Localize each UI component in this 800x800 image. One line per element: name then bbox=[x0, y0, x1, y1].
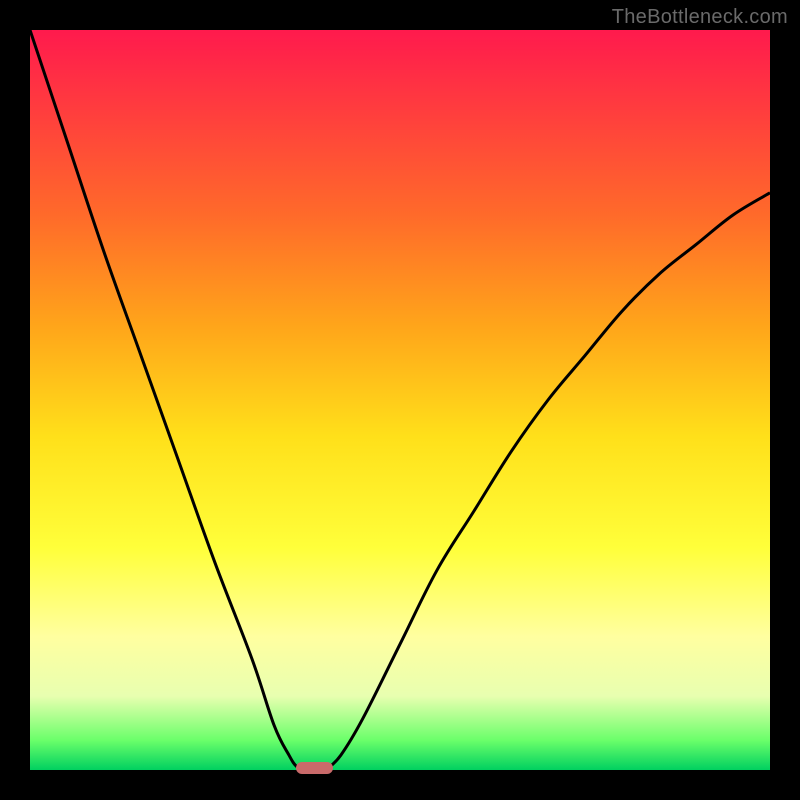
watermark-text: TheBottleneck.com bbox=[612, 6, 788, 29]
chart-frame: TheBottleneck.com bbox=[0, 0, 800, 800]
chart-curves bbox=[30, 30, 770, 770]
bottleneck-marker bbox=[296, 762, 333, 774]
curve-right bbox=[326, 193, 770, 770]
curve-left bbox=[30, 30, 304, 770]
